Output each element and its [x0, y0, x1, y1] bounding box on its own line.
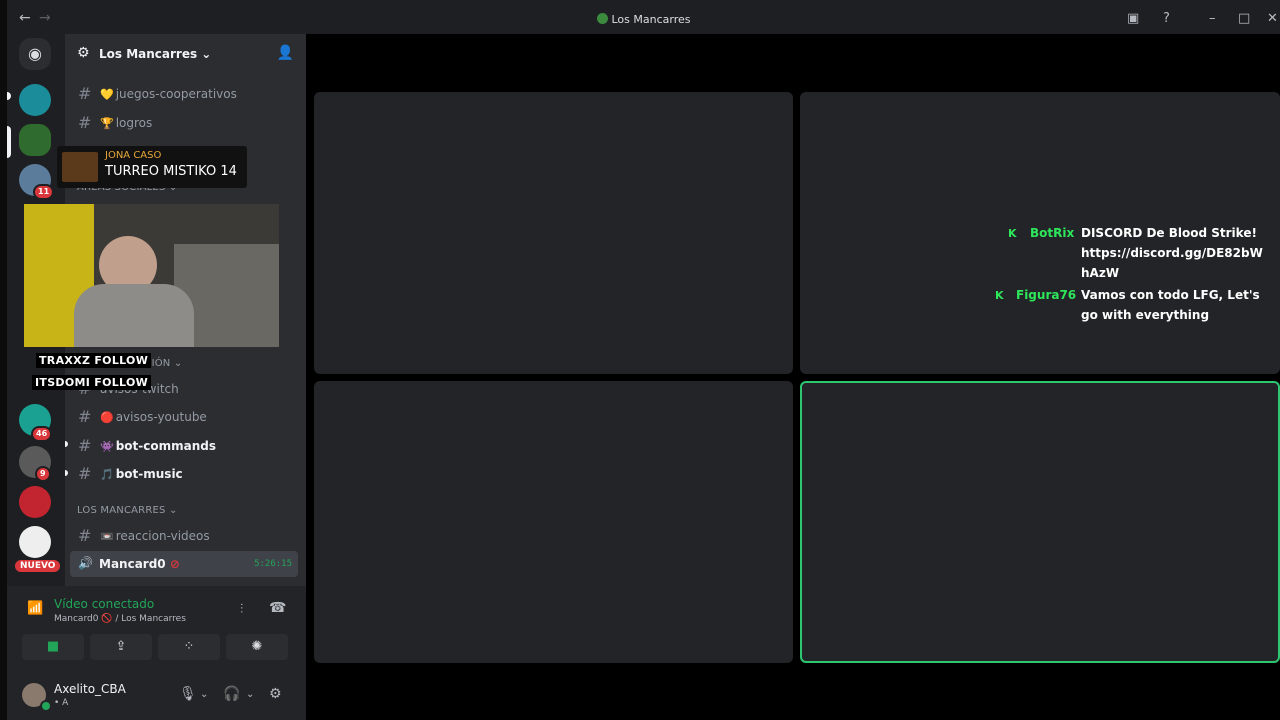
song-title: TURREO MISTIKO 14 [105, 164, 237, 179]
help-icon[interactable]: ? [1163, 11, 1170, 26]
webcam-hoodie [74, 284, 194, 347]
channel-reaccion-videos[interactable]: 📼 reaccion-videos [100, 529, 210, 543]
chat-message-line: Vamos con todo LFG, Let's [1081, 288, 1260, 302]
screen-share-icon: ⇪ [115, 639, 127, 654]
voice-location[interactable]: Mancard0 🚫 / Los Mancarres [54, 614, 186, 624]
unread-pill [7, 92, 11, 100]
mention-badge: 11 [33, 184, 55, 200]
user-status: • A [54, 698, 69, 708]
video-tile-speaking[interactable] [800, 381, 1280, 663]
voice-connection-panel: 📶 Vídeo conectado Mancard0 🚫 / Los Manca… [7, 586, 306, 666]
chevron-down-icon[interactable]: ⌄ [246, 689, 254, 700]
voice-channel-name: Mancard0 ⊘ [99, 557, 180, 571]
hash-icon: # [78, 436, 92, 455]
webcam-overlay [24, 204, 279, 347]
artist-name: JONA CASO [105, 150, 162, 161]
connection-icon: 📶 [27, 601, 44, 616]
now-playing-overlay: JONA CASO TURREO MISTIKO 14 [57, 146, 247, 188]
close-icon[interactable]: ✕ [1267, 11, 1278, 26]
mention-badge: 9 [35, 466, 51, 482]
window-title: Los Mancarres [7, 13, 1280, 26]
camera-icon: ■ [46, 639, 60, 654]
category-los-mancarres[interactable]: LOS MANCARRES ⌄ [77, 505, 178, 516]
server-header[interactable]: ⚙ Los Mancarres ⌄ 👤 [65, 34, 306, 74]
hash-icon: # [78, 464, 92, 483]
minimize-icon[interactable]: – [1209, 11, 1216, 26]
soundboard-icon: ✺ [251, 639, 263, 654]
selected-pill [7, 126, 11, 158]
noise-suppression-icon[interactable]: ⫶ [240, 602, 243, 617]
activities-button[interactable]: ⁘ [158, 634, 220, 660]
new-badge: NUEVO [15, 560, 61, 572]
server-icon-los-mancarres[interactable] [19, 124, 51, 156]
title-bar: ← → Los Mancarres ▣ ? – □ ✕ [7, 6, 1280, 34]
channel-avisos-youtube[interactable]: 🔴 avisos-youtube [100, 410, 207, 424]
hash-icon: # [78, 113, 92, 132]
chat-message-line: DISCORD De Blood Strike! [1081, 226, 1257, 240]
video-tile[interactable] [314, 92, 793, 374]
chevron-down-icon[interactable]: ⌄ [200, 689, 208, 700]
speaker-icon: 🔊 [78, 556, 93, 570]
server-icon-6[interactable] [19, 486, 51, 518]
invite-people-icon[interactable]: 👤 [277, 45, 294, 61]
server-settings-icon: ⚙ [77, 45, 90, 61]
disconnect-icon[interactable]: ☎ [269, 600, 286, 616]
discord-home-icon[interactable]: ◉ [19, 38, 51, 70]
inbox-icon[interactable]: ▣ [1127, 11, 1139, 26]
album-art [62, 152, 98, 182]
kick-icon: K [995, 289, 1004, 302]
voice-status[interactable]: Vídeo conectado [54, 597, 154, 611]
online-status-dot [40, 700, 52, 712]
activities-icon: ⁘ [183, 639, 195, 654]
username[interactable]: Axelito_CBA [54, 682, 126, 696]
hash-icon: # [78, 84, 92, 103]
unread-indicator [65, 441, 68, 447]
hash-icon: # [78, 526, 92, 545]
channel-juegos-cooperativos[interactable]: 💛 juegos-cooperativos [100, 87, 237, 101]
server-icon-7[interactable] [19, 526, 51, 558]
chat-message-line: hAzW [1081, 266, 1120, 280]
server-icon-1[interactable] [19, 84, 51, 116]
follow-alert: ITSDOMI FOLLOW [32, 375, 152, 390]
follow-alert: TRAXXZ FOLLOW [36, 353, 152, 368]
chat-message-line: https://discord.gg/DE82bW [1081, 246, 1263, 260]
settings-gear-icon[interactable]: ⚙ [269, 686, 282, 702]
headphones-icon[interactable]: 🎧 [223, 686, 240, 702]
video-grid [306, 34, 1280, 720]
window-title-text: Los Mancarres [611, 13, 691, 26]
video-tile[interactable] [314, 381, 793, 663]
hash-icon: # [78, 407, 92, 426]
mention-badge: 46 [31, 426, 53, 442]
window-frame [0, 0, 7, 720]
server-name: Los Mancarres ⌄ [99, 47, 212, 61]
unread-indicator [65, 470, 68, 476]
user-panel: Axelito_CBA • A 🎙 ⌄ 🎧 ⌄ ⚙ [7, 666, 306, 720]
channel-bot-commands[interactable]: 👾 bot-commands [100, 439, 216, 453]
voice-channel-mancard0[interactable]: 🔊 Mancard0 ⊘ 5:26:15 [70, 551, 298, 577]
soundboard-button[interactable]: ✺ [226, 634, 288, 660]
server-icon [596, 13, 608, 24]
kick-icon: K [1008, 227, 1017, 240]
microphone-icon[interactable]: 🎙 [179, 686, 197, 702]
channel-logros[interactable]: 🏆 logros [100, 116, 152, 130]
voice-timer: 5:26:15 [254, 559, 292, 569]
chat-username: Figura76 [1016, 288, 1077, 302]
camera-button[interactable]: ■ [22, 634, 84, 660]
chat-username: BotRix [1030, 226, 1075, 240]
channel-bot-music[interactable]: 🎵 bot-music [100, 467, 183, 481]
maximize-icon[interactable]: □ [1238, 11, 1250, 26]
screen-share-button[interactable]: ⇪ [90, 634, 152, 660]
chat-message-line: go with everything [1081, 308, 1210, 322]
